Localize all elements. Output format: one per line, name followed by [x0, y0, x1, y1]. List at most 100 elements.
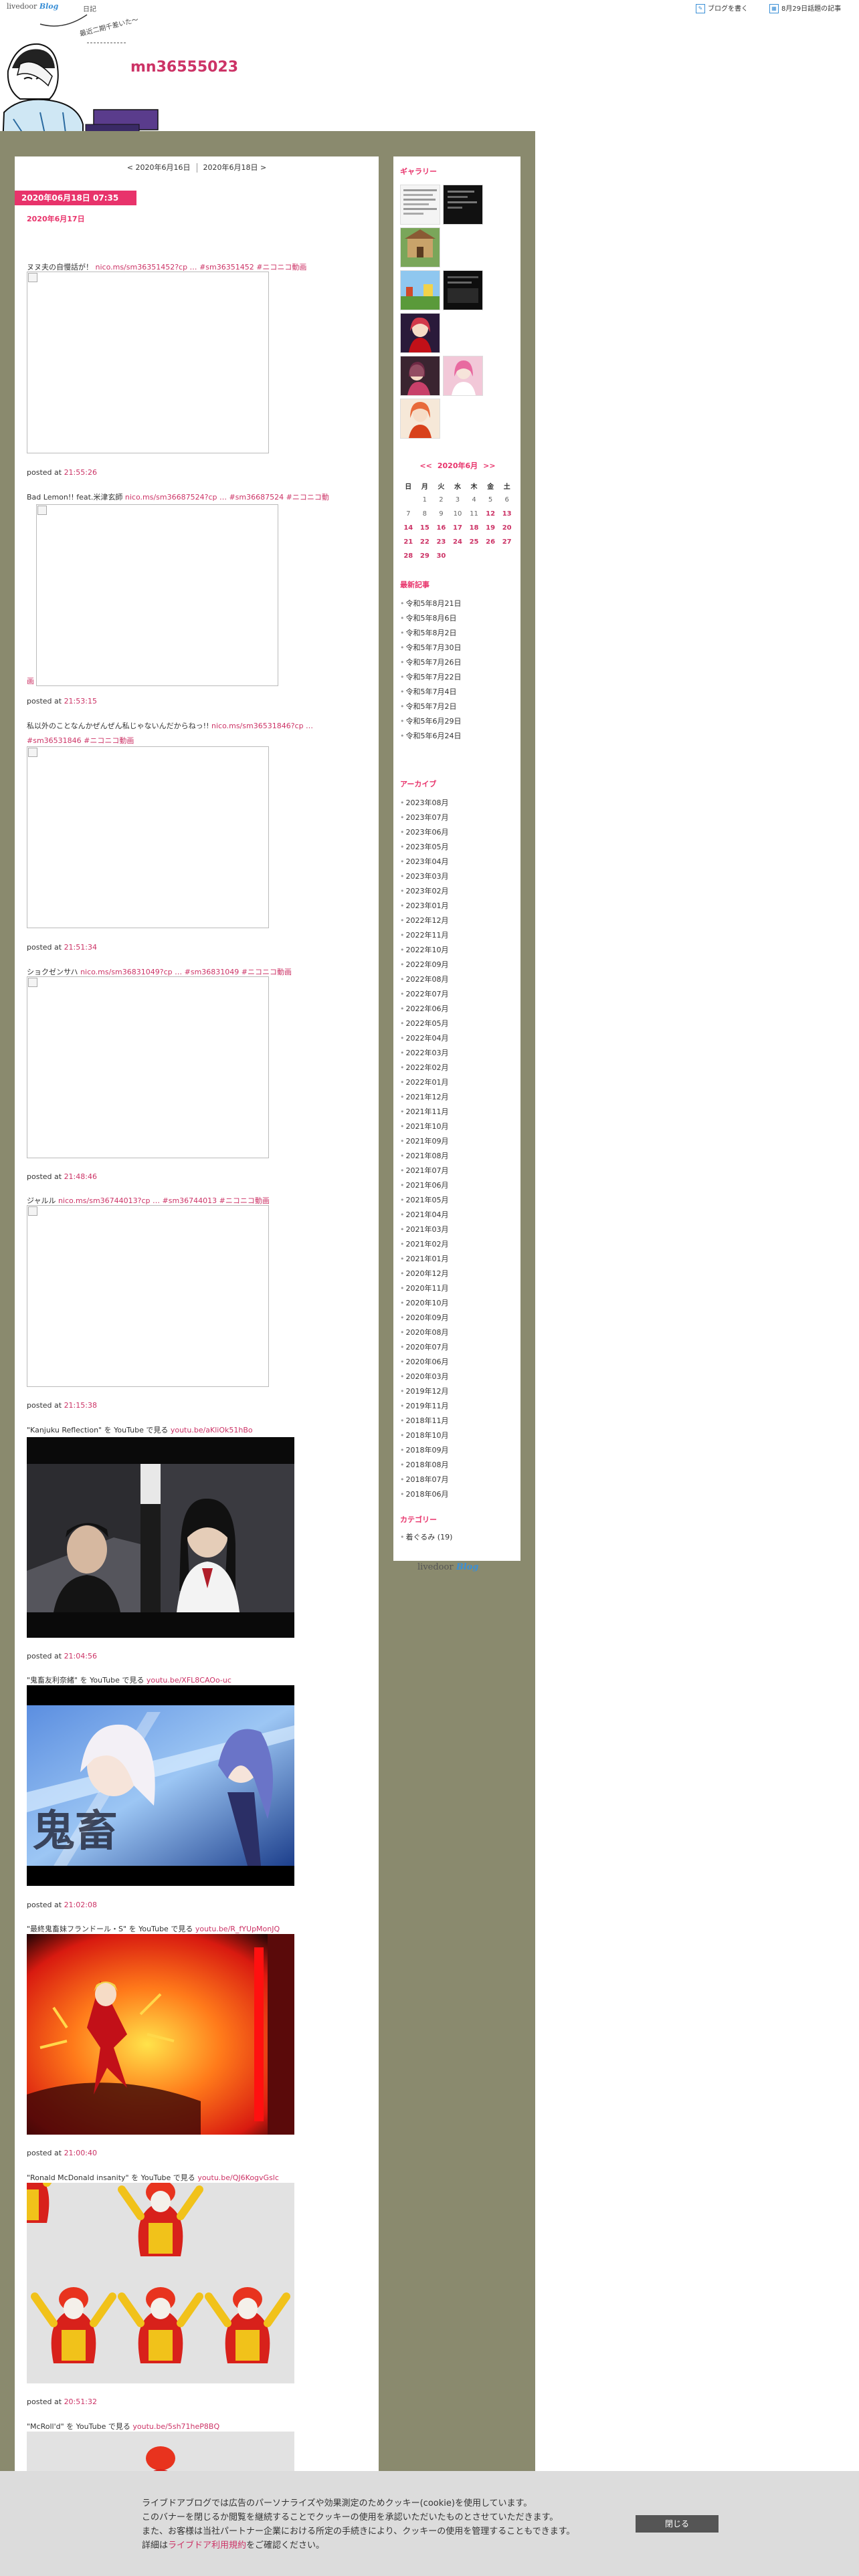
archive-item-link[interactable]: 2021年05月 — [406, 1196, 449, 1204]
archive-item-link[interactable]: 2023年04月 — [406, 857, 449, 866]
archive-item-link[interactable]: 2023年06月 — [406, 828, 449, 837]
calendar-day[interactable]: 30 — [433, 549, 450, 563]
recent-post-item-link[interactable]: 令和5年7月4日 — [406, 687, 457, 696]
embed-placeholder[interactable] — [27, 1205, 269, 1387]
archive-item-link[interactable]: 2021年12月 — [406, 1093, 449, 1101]
gallery-thumbnail[interactable] — [443, 185, 483, 225]
recent-post-item-link[interactable]: 令和5年7月22日 — [406, 673, 462, 681]
archive-item-link[interactable]: 2018年10月 — [406, 1431, 449, 1440]
hashtag-link[interactable]: #ニコニコ動画 — [84, 736, 134, 745]
video-link[interactable]: nico.ms/sm36687524?cp … — [125, 493, 227, 502]
hashtag-link[interactable]: #sm36687524 — [229, 493, 284, 502]
blog-title[interactable]: mn36555023 — [130, 59, 238, 76]
post-time-link[interactable]: 21:15:38 — [64, 1401, 97, 1410]
video-link[interactable]: nico.ms/sm36531846?cp … — [211, 722, 313, 730]
recent-post-item-link[interactable]: 令和5年6月29日 — [406, 717, 462, 726]
youtube-link[interactable]: youtu.be/XFL8CAOo-uc — [147, 1676, 231, 1685]
archive-item-link[interactable]: 2018年07月 — [406, 1475, 449, 1484]
cookie-close-button[interactable]: 閉じる — [636, 2515, 719, 2533]
youtube-link[interactable]: youtu.be/5sh71heP8BQ — [132, 2422, 219, 2431]
archive-item-link[interactable]: 2020年03月 — [406, 1372, 449, 1381]
archive-item-link[interactable]: 2020年08月 — [406, 1328, 449, 1337]
calendar-day[interactable]: 25 — [466, 535, 482, 549]
youtube-link[interactable]: youtu.be/QJ6KogvGslc — [197, 2173, 279, 2182]
video-link[interactable]: nico.ms/sm36351452?cp … — [96, 263, 197, 272]
video-thumbnail[interactable] — [27, 1934, 294, 2135]
archive-item-link[interactable]: 2023年08月 — [406, 798, 449, 807]
recent-post-item-link[interactable]: 令和5年8月2日 — [406, 629, 457, 637]
archive-item-link[interactable]: 2020年09月 — [406, 1313, 449, 1322]
archive-item-link[interactable]: 2022年12月 — [406, 916, 449, 925]
archive-item-link[interactable]: 2020年10月 — [406, 1299, 449, 1307]
next-entry-link[interactable]: 2020年6月18日 > — [203, 163, 267, 172]
entry-title[interactable]: 2020年6月17日 — [27, 213, 85, 224]
archive-item-link[interactable]: 2022年03月 — [406, 1049, 449, 1057]
terms-link[interactable]: ライブドア利用規約 — [168, 2541, 246, 2551]
hashtag-link[interactable]: #ニコニコ動 — [286, 493, 329, 502]
recent-post-item-link[interactable]: 令和5年7月30日 — [406, 643, 462, 652]
archive-item-link[interactable]: 2023年07月 — [406, 813, 449, 822]
post-time-link[interactable]: 20:51:32 — [64, 2397, 97, 2406]
post-time-link[interactable]: 21:51:34 — [64, 943, 97, 952]
archive-item-link[interactable]: 2023年05月 — [406, 843, 449, 851]
write-blog-link[interactable]: ✎ ブログを書く — [696, 3, 748, 13]
calendar-day[interactable]: 20 — [498, 521, 515, 535]
calendar-day[interactable]: 14 — [400, 521, 417, 535]
embed-placeholder[interactable] — [27, 976, 269, 1158]
calendar-day[interactable]: 12 — [482, 507, 499, 521]
calendar-prev-link[interactable]: << — [419, 461, 432, 470]
calendar-day[interactable]: 22 — [417, 535, 434, 549]
calendar-day[interactable]: 29 — [417, 549, 434, 563]
archive-item-link[interactable]: 2021年08月 — [406, 1152, 449, 1160]
archive-item-link[interactable]: 2021年09月 — [406, 1137, 449, 1146]
archive-item-link[interactable]: 2022年05月 — [406, 1019, 449, 1028]
hashtag-tail-link[interactable]: 画 — [27, 675, 34, 686]
hashtag-link[interactable]: #sm36531846 — [27, 736, 82, 745]
archive-item-link[interactable]: 2022年01月 — [406, 1078, 449, 1087]
calendar-day[interactable]: 17 — [450, 521, 466, 535]
post-time-link[interactable]: 21:04:56 — [64, 1652, 97, 1660]
video-thumbnail[interactable] — [27, 2183, 294, 2383]
livedoor-blog-logo[interactable]: livedoor Blog — [7, 2, 58, 11]
calendar-day[interactable]: 28 — [400, 549, 417, 563]
archive-item-link[interactable]: 2020年12月 — [406, 1269, 449, 1278]
archive-item-link[interactable]: 2021年11月 — [406, 1107, 449, 1116]
calendar-day[interactable]: 16 — [433, 521, 450, 535]
gallery-thumbnail[interactable] — [443, 270, 483, 310]
calendar-day[interactable]: 24 — [450, 535, 466, 549]
archive-item-link[interactable]: 2021年03月 — [406, 1225, 449, 1234]
calendar-day[interactable]: 27 — [498, 535, 515, 549]
hashtag-link[interactable]: #sm36744013 — [163, 1196, 217, 1205]
recent-post-item-link[interactable]: 令和5年7月2日 — [406, 702, 457, 711]
archive-item-link[interactable]: 2018年09月 — [406, 1446, 449, 1455]
archive-item-link[interactable]: 2022年09月 — [406, 960, 449, 969]
archive-item-link[interactable]: 2019年11月 — [406, 1402, 449, 1410]
gallery-thumbnail[interactable] — [400, 313, 440, 353]
video-thumbnail[interactable] — [27, 1437, 294, 1638]
post-time-link[interactable]: 21:53:15 — [64, 697, 97, 706]
post-time-link[interactable]: 21:48:46 — [64, 1172, 97, 1181]
livedoor-blog-footer-logo[interactable]: livedoor Blog — [417, 1562, 478, 1572]
gallery-thumbnail[interactable] — [443, 356, 483, 396]
calendar-day[interactable]: 18 — [466, 521, 482, 535]
gallery-thumbnail[interactable] — [400, 227, 440, 267]
archive-item-link[interactable]: 2022年10月 — [406, 946, 449, 954]
prev-entry-link[interactable]: < 2020年6月16日 — [127, 163, 191, 172]
video-link[interactable]: nico.ms/sm36744013?cp … — [58, 1196, 160, 1205]
archive-item-link[interactable]: 2019年12月 — [406, 1387, 449, 1396]
gallery-thumbnail[interactable] — [400, 185, 440, 225]
archive-item-link[interactable]: 2021年02月 — [406, 1240, 449, 1249]
embed-placeholder[interactable] — [27, 272, 269, 453]
post-time-link[interactable]: 21:55:26 — [64, 468, 97, 477]
archive-item-link[interactable]: 2022年07月 — [406, 990, 449, 998]
archive-item-link[interactable]: 2023年02月 — [406, 887, 449, 895]
video-thumbnail[interactable]: 鬼畜 — [27, 1685, 294, 1886]
archive-item-link[interactable]: 2018年08月 — [406, 1461, 449, 1469]
calendar-day[interactable]: 19 — [482, 521, 499, 535]
youtube-link[interactable]: youtu.be/aKliOk51hBo — [171, 1426, 253, 1434]
youtube-link[interactable]: youtu.be/R_fYUpMonJQ — [195, 1925, 280, 1933]
recent-post-item-link[interactable]: 令和5年7月26日 — [406, 658, 462, 667]
archive-item-link[interactable]: 2023年01月 — [406, 901, 449, 910]
calendar-day[interactable]: 23 — [433, 535, 450, 549]
calendar-month-title[interactable]: 2020年6月 — [438, 461, 478, 470]
